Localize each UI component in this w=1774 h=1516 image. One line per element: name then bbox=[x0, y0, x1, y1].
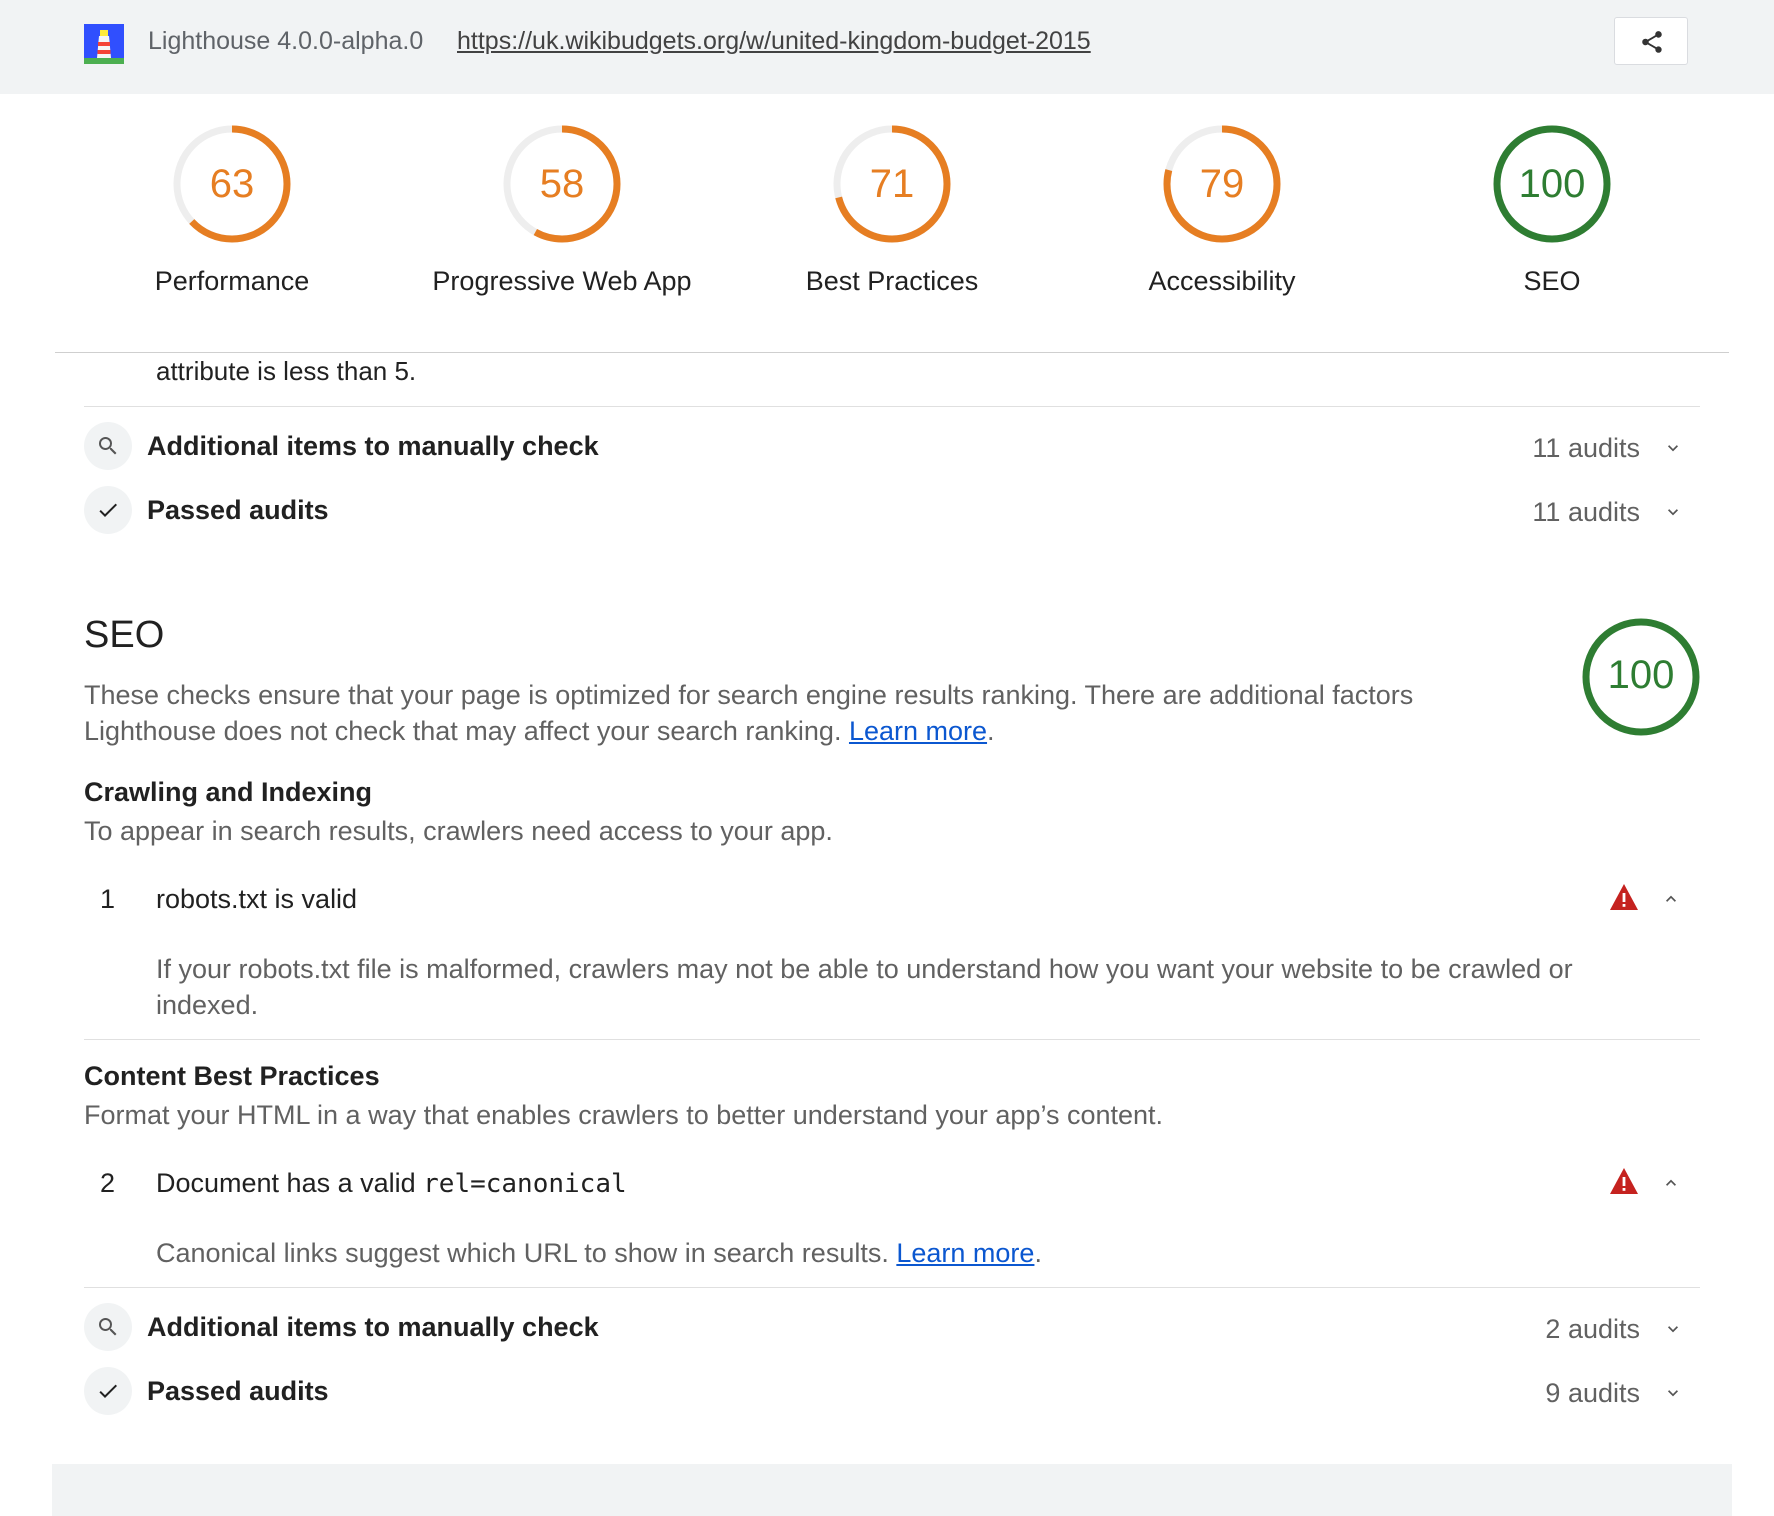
chevron-down-icon[interactable] bbox=[1663, 502, 1683, 522]
group-count: 9 audits bbox=[1545, 1378, 1640, 1408]
gauge-performance[interactable]: 63 Performance bbox=[82, 124, 382, 297]
group-title: Passed audits bbox=[147, 1376, 329, 1406]
learn-more-link[interactable]: Learn more bbox=[896, 1238, 1034, 1268]
audit-canonical[interactable]: 2 Document has a valid rel=canonical bbox=[84, 1158, 1700, 1208]
seo-passed-audits-group[interactable]: Passed audits 9 audits bbox=[84, 1367, 1700, 1417]
group-count: 11 audits bbox=[1532, 497, 1640, 527]
group-title: Passed audits bbox=[147, 495, 329, 525]
warning-icon bbox=[1610, 1168, 1638, 1194]
audit-index: 1 bbox=[100, 884, 116, 914]
gauge-score: 79 bbox=[1199, 162, 1245, 206]
lighthouse-logo bbox=[84, 24, 124, 64]
gauge-best-practices[interactable]: 71 Best Practices bbox=[742, 124, 1042, 297]
search-icon bbox=[84, 1303, 132, 1351]
audit-index: 2 bbox=[100, 1168, 116, 1198]
chevron-down-icon[interactable] bbox=[1663, 438, 1683, 458]
gauge-score: 100 bbox=[1607, 653, 1675, 697]
header-divider bbox=[55, 352, 1729, 353]
truncated-audit-text: attribute is less than 5. bbox=[156, 356, 417, 386]
divider bbox=[84, 1287, 1700, 1288]
check-icon bbox=[84, 1367, 132, 1415]
audit-title-text: Document has a valid bbox=[156, 1168, 424, 1198]
share-button[interactable] bbox=[1614, 17, 1688, 65]
gauge-label: SEO bbox=[1523, 266, 1581, 296]
gauge-label: Progressive Web App bbox=[432, 266, 692, 296]
seo-section-description: These checks ensure that your page is op… bbox=[84, 680, 1414, 746]
gauge-score: 71 bbox=[869, 162, 915, 206]
audit-title-code: rel=canonical bbox=[423, 1169, 627, 1199]
gauge-accessibility[interactable]: 79 Accessibility bbox=[1072, 124, 1372, 297]
seo-section-gauge: 100 bbox=[1581, 617, 1701, 737]
crawling-indexing-title: Crawling and Indexing bbox=[84, 777, 373, 807]
content-best-practices-description: Format your HTML in a way that enables c… bbox=[84, 1100, 1164, 1130]
audit-description-text: Canonical links suggest which URL to sho… bbox=[156, 1238, 889, 1268]
warning-icon bbox=[1610, 884, 1638, 910]
gauge-score: 63 bbox=[209, 162, 255, 206]
accessibility-passed-audits-group[interactable]: Passed audits 11 audits bbox=[84, 486, 1700, 536]
audit-robots-txt[interactable]: 1 robots.txt is valid bbox=[84, 874, 1700, 924]
learn-more-link[interactable]: Learn more bbox=[849, 716, 987, 746]
gauge-seo[interactable]: 100 SEO bbox=[1402, 124, 1702, 297]
seo-description-text: These checks ensure that your page is op… bbox=[84, 680, 1414, 746]
gauge-label: Best Practices bbox=[805, 266, 979, 296]
search-icon bbox=[84, 422, 132, 470]
share-icon bbox=[1642, 31, 1662, 53]
group-count: 2 audits bbox=[1545, 1314, 1640, 1344]
chevron-down-icon[interactable] bbox=[1663, 1383, 1683, 1403]
gauge-label: Accessibility bbox=[1148, 266, 1296, 296]
crawling-indexing-description: To appear in search results, crawlers ne… bbox=[84, 816, 833, 846]
content-best-practices-title: Content Best Practices bbox=[84, 1061, 380, 1091]
footer-band bbox=[52, 1464, 1732, 1516]
group-title: Additional items to manually check bbox=[147, 1312, 599, 1342]
divider bbox=[84, 1039, 1700, 1040]
chevron-down-icon[interactable] bbox=[1663, 1319, 1683, 1339]
page-url-link[interactable]: https://uk.wikibudgets.org/w/united-king… bbox=[457, 27, 1091, 56]
gauge-label: Performance bbox=[154, 266, 310, 296]
chevron-up-icon[interactable] bbox=[1661, 1173, 1681, 1193]
gauge-score: 58 bbox=[539, 162, 585, 206]
divider bbox=[84, 406, 1700, 407]
lighthouse-version: Lighthouse 4.0.0-alpha.0 bbox=[148, 27, 424, 55]
audit-description: If your robots.txt file is malformed, cr… bbox=[156, 954, 1573, 1020]
group-title: Additional items to manually check bbox=[147, 431, 599, 461]
group-count: 11 audits bbox=[1532, 433, 1640, 463]
accessibility-manual-checks-group[interactable]: Additional items to manually check 11 au… bbox=[84, 422, 1700, 472]
gauge-pwa[interactable]: 58 Progressive Web App bbox=[412, 124, 712, 297]
audit-title: robots.txt is valid bbox=[156, 884, 358, 914]
chevron-up-icon[interactable] bbox=[1661, 889, 1681, 909]
audit-title: Document has a valid rel=canonical bbox=[156, 1168, 627, 1199]
seo-manual-checks-group[interactable]: Additional items to manually check 2 aud… bbox=[84, 1303, 1700, 1353]
seo-section-title: SEO bbox=[84, 614, 165, 656]
gauge-score: 100 bbox=[1518, 162, 1586, 206]
audit-description: Canonical links suggest which URL to sho… bbox=[156, 1238, 1042, 1268]
check-icon bbox=[84, 486, 132, 534]
top-bar: Lighthouse 4.0.0-alpha.0 https://uk.wiki… bbox=[0, 0, 1774, 94]
